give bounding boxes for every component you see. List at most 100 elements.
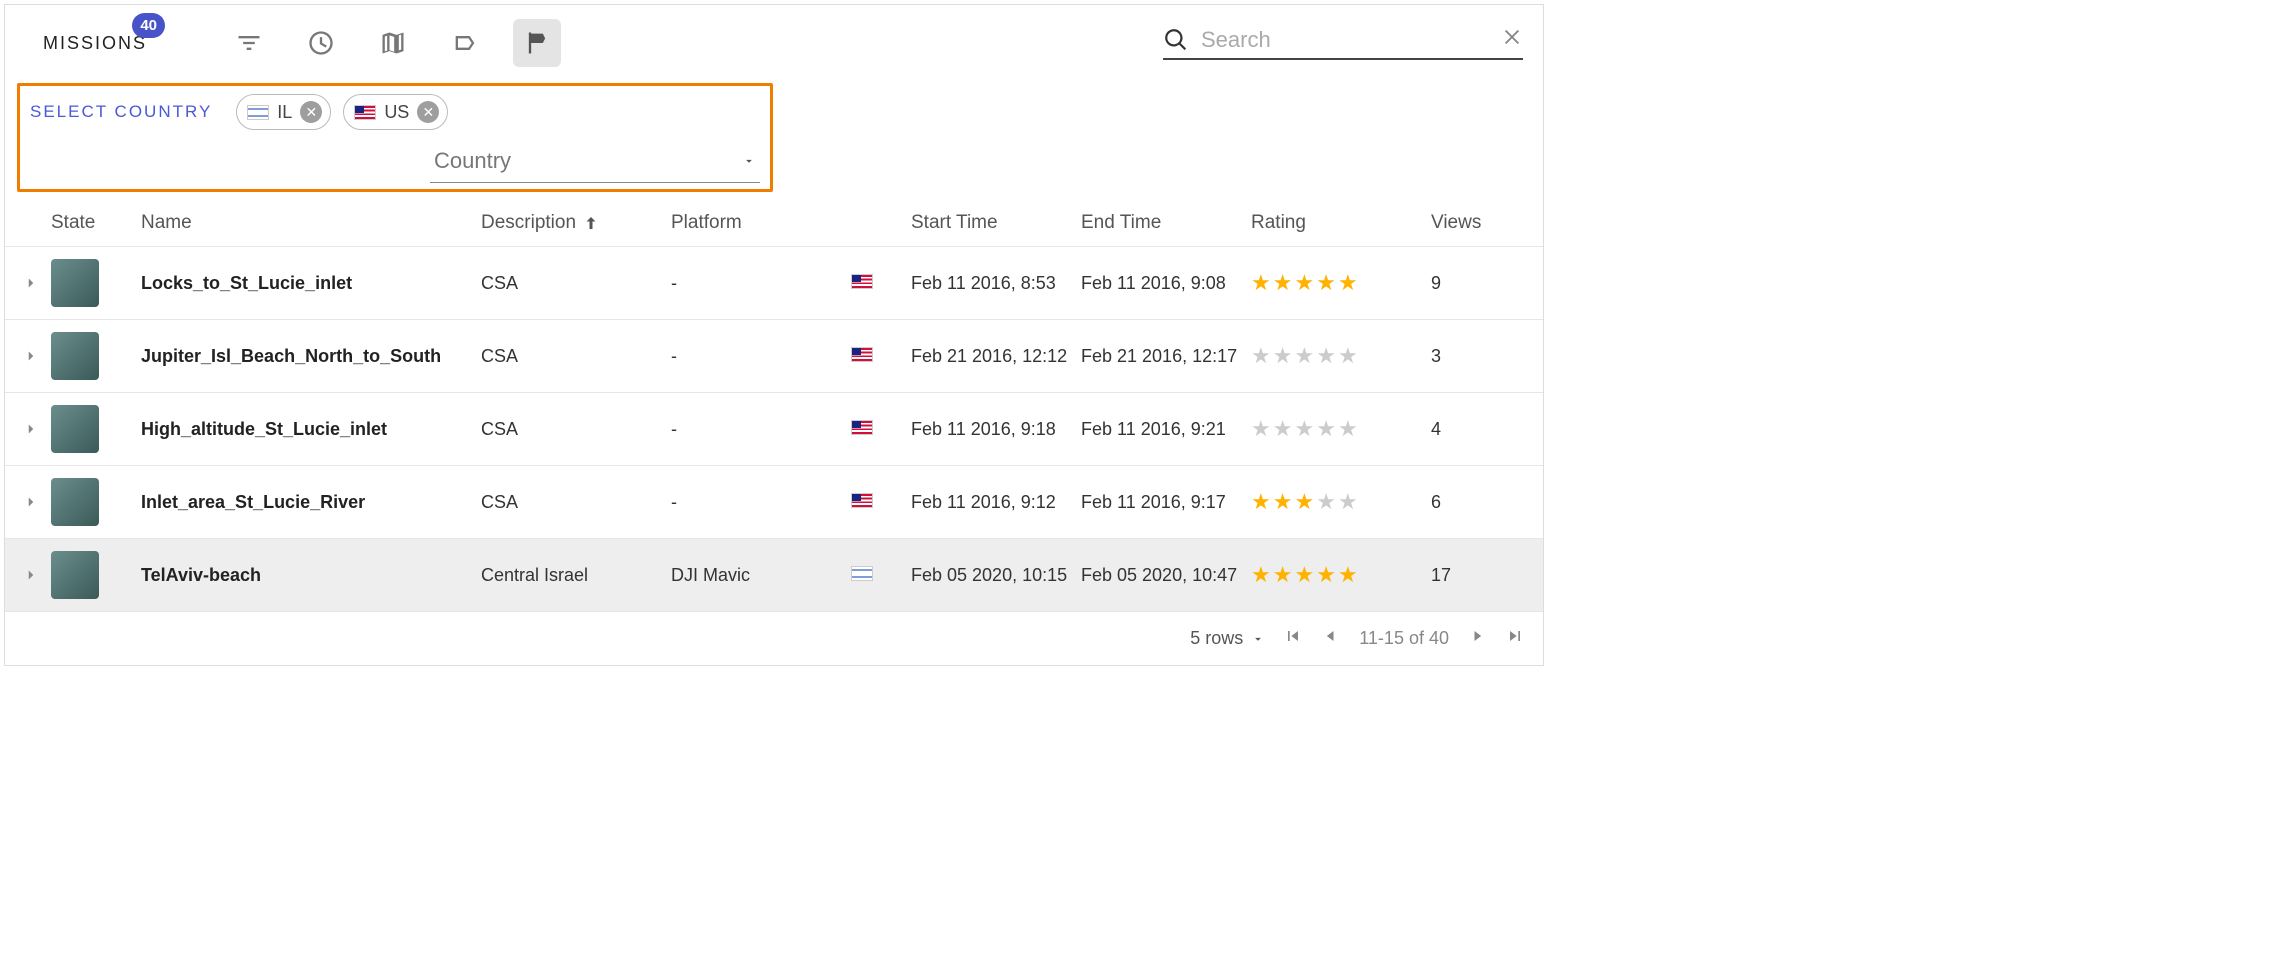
country-select-placeholder: Country xyxy=(434,148,511,174)
chip-label: US xyxy=(384,102,409,123)
us-flag-icon xyxy=(354,105,376,120)
star-icon: ★ xyxy=(1251,343,1271,369)
col-rating[interactable]: Rating xyxy=(1251,212,1431,234)
star-icon: ★ xyxy=(1251,489,1271,515)
topbar: MISSIONS 40 xyxy=(5,5,1543,77)
mission-name: Locks_to_St_Lucie_inlet xyxy=(141,273,481,294)
end-time: Feb 11 2016, 9:17 xyxy=(1081,492,1251,513)
search-input[interactable] xyxy=(1199,26,1491,54)
table-row[interactable]: Jupiter_Isl_Beach_North_to_SouthCSA-Feb … xyxy=(5,320,1543,393)
last-page-button[interactable] xyxy=(1505,626,1525,651)
country-chip[interactable]: US ✕ xyxy=(343,94,448,130)
missions-panel: MISSIONS 40 SELECT COUNTRY xyxy=(4,4,1544,666)
missions-table: State Name Description Platform Start Ti… xyxy=(5,200,1543,612)
start-time: Feb 21 2016, 12:12 xyxy=(911,346,1081,367)
chip-remove-button[interactable]: ✕ xyxy=(300,101,322,123)
chip-remove-button[interactable]: ✕ xyxy=(417,101,439,123)
tag-filter-button[interactable] xyxy=(441,19,489,67)
expand-row-button[interactable] xyxy=(11,566,51,584)
mission-thumbnail xyxy=(51,478,99,526)
star-icon: ★ xyxy=(1273,416,1293,442)
country-chip[interactable]: IL✕ xyxy=(236,94,331,130)
star-icon: ★ xyxy=(1273,562,1293,588)
table-row[interactable]: TelAviv-beachCentral IsraelDJI Mavic Feb … xyxy=(5,539,1543,612)
star-icon: ★ xyxy=(1251,562,1271,588)
first-page-button[interactable] xyxy=(1283,626,1303,651)
country-select[interactable]: Country xyxy=(430,140,760,183)
us-flag-icon xyxy=(851,493,873,508)
col-platform[interactable]: Platform xyxy=(671,212,851,234)
col-end-time[interactable]: End Time xyxy=(1081,212,1251,234)
star-icon: ★ xyxy=(1338,489,1358,515)
mission-name: Jupiter_Isl_Beach_North_to_South xyxy=(141,346,481,367)
mission-description: CSA xyxy=(481,419,671,440)
search-icon xyxy=(1163,27,1189,53)
mission-name: Inlet_area_St_Lucie_River xyxy=(141,492,481,513)
views-count: 4 xyxy=(1431,419,1521,440)
expand-row-button[interactable] xyxy=(11,420,51,438)
search-field[interactable] xyxy=(1163,26,1523,60)
table-row[interactable]: Locks_to_St_Lucie_inletCSA-Feb 11 2016, … xyxy=(5,247,1543,320)
sort-asc-icon xyxy=(582,214,600,232)
expand-row-button[interactable] xyxy=(11,493,51,511)
mission-platform: - xyxy=(671,492,851,513)
mission-platform: - xyxy=(671,273,851,294)
il-flag-icon xyxy=(851,566,873,581)
search-clear-button[interactable] xyxy=(1501,26,1523,54)
star-icon: ★ xyxy=(1338,270,1358,296)
star-icon: ★ xyxy=(1338,562,1358,588)
expand-row-button[interactable] xyxy=(11,274,51,292)
rating-stars[interactable]: ★★★★★ xyxy=(1251,416,1431,442)
mission-description: Central Israel xyxy=(481,565,671,586)
map-filter-button[interactable] xyxy=(369,19,417,67)
start-time: Feb 05 2020, 10:15 xyxy=(911,565,1081,586)
table-row[interactable]: High_altitude_St_Lucie_inletCSA-Feb 11 2… xyxy=(5,393,1543,466)
rating-stars[interactable]: ★★★★★ xyxy=(1251,562,1431,588)
star-icon: ★ xyxy=(1273,270,1293,296)
star-icon: ★ xyxy=(1273,343,1293,369)
filter-list-button[interactable] xyxy=(225,19,273,67)
start-time: Feb 11 2016, 9:12 xyxy=(911,492,1081,513)
col-state[interactable]: State xyxy=(51,212,141,234)
col-start-time[interactable]: Start Time xyxy=(911,212,1081,234)
rows-per-page-select[interactable]: 5 rows xyxy=(1190,628,1265,649)
star-icon: ★ xyxy=(1294,562,1314,588)
mission-platform: DJI Mavic xyxy=(671,565,851,586)
star-icon: ★ xyxy=(1338,416,1358,442)
chevron-right-icon xyxy=(22,493,40,511)
rating-stars[interactable]: ★★★★★ xyxy=(1251,489,1431,515)
next-page-button[interactable] xyxy=(1467,626,1487,651)
rating-stars[interactable]: ★★★★★ xyxy=(1251,270,1431,296)
start-time: Feb 11 2016, 9:18 xyxy=(911,419,1081,440)
mission-platform: - xyxy=(671,346,851,367)
views-count: 3 xyxy=(1431,346,1521,367)
star-icon: ★ xyxy=(1316,416,1336,442)
expand-row-button[interactable] xyxy=(11,347,51,365)
chevron-right-icon xyxy=(22,347,40,365)
title-text: MISSIONS xyxy=(43,33,147,53)
views-count: 6 xyxy=(1431,492,1521,513)
mission-name: TelAviv-beach xyxy=(141,565,481,586)
mission-thumbnail xyxy=(51,259,99,307)
star-icon: ★ xyxy=(1316,343,1336,369)
flag-icon xyxy=(523,29,551,57)
star-icon: ★ xyxy=(1294,489,1314,515)
col-views[interactable]: Views xyxy=(1431,212,1521,234)
filter-label: SELECT COUNTRY xyxy=(30,102,212,122)
rating-stars[interactable]: ★★★★★ xyxy=(1251,343,1431,369)
table-row[interactable]: Inlet_area_St_Lucie_RiverCSA-Feb 11 2016… xyxy=(5,466,1543,539)
star-icon: ★ xyxy=(1294,416,1314,442)
col-name[interactable]: Name xyxy=(141,212,481,234)
star-icon: ★ xyxy=(1251,270,1271,296)
time-filter-button[interactable] xyxy=(297,19,345,67)
us-flag-icon xyxy=(851,347,873,362)
chevron-down-icon xyxy=(1251,632,1265,646)
table-header: State Name Description Platform Start Ti… xyxy=(5,200,1543,247)
col-description[interactable]: Description xyxy=(481,212,671,234)
chevron-down-icon xyxy=(742,154,756,168)
flag-filter-button[interactable] xyxy=(513,19,561,67)
prev-page-button[interactable] xyxy=(1321,626,1341,651)
end-time: Feb 05 2020, 10:47 xyxy=(1081,565,1251,586)
filter-list-icon xyxy=(235,29,263,57)
close-icon xyxy=(1501,26,1523,48)
